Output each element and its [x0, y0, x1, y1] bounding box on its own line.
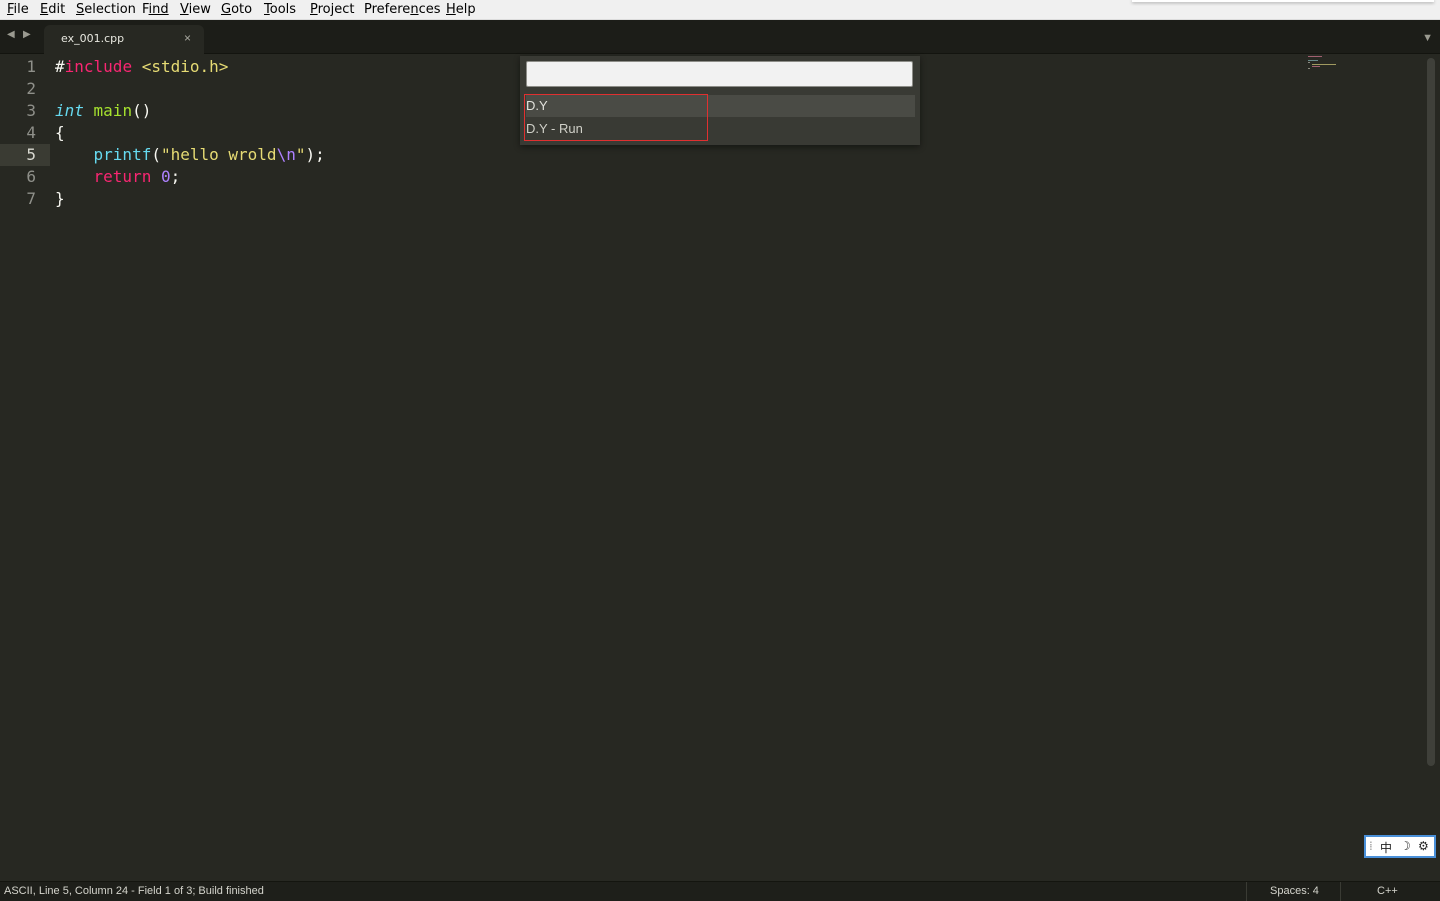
menu-edit[interactable]: Edit	[40, 1, 65, 18]
code-line: {	[55, 123, 65, 142]
close-icon[interactable]: ×	[184, 31, 191, 45]
line-number: 6	[26, 167, 36, 186]
tab-bar: ◀ ▶ ex_001.cpp × ▼	[0, 20, 1440, 54]
minimap-line	[1312, 64, 1336, 65]
code-line: return 0;	[93, 167, 181, 186]
menu-bar: File Edit Selection Find View Goto Tools…	[0, 0, 1440, 20]
palette-item-dy-run[interactable]: D.Y - Run	[526, 118, 915, 140]
menu-project[interactable]: Project	[310, 1, 355, 18]
drag-handle-icon[interactable]: ⁞	[1369, 839, 1373, 853]
tab-forward-icon[interactable]: ▶	[23, 29, 31, 40]
vertical-scrollbar[interactable]	[1427, 58, 1435, 766]
dropdown-edge	[1132, 0, 1434, 2]
minimap[interactable]	[1308, 56, 1348, 76]
menu-view[interactable]: View	[180, 1, 211, 18]
code-line: printf("hello wrold\n");	[93, 145, 325, 164]
menu-preferences[interactable]: Preferences	[364, 1, 440, 18]
line-number: 1	[26, 57, 36, 76]
line-number: 4	[26, 123, 36, 142]
code-line: }	[55, 189, 65, 208]
line-number: 3	[26, 101, 36, 120]
tab-back-icon[interactable]: ◀	[7, 29, 15, 40]
menu-goto[interactable]: Goto	[221, 1, 252, 18]
moon-icon[interactable]: ☽	[1400, 839, 1411, 853]
code-line: int main()	[55, 101, 152, 120]
status-divider	[1246, 882, 1247, 901]
line-number-current: 5	[26, 145, 36, 164]
tab-overflow-icon[interactable]: ▼	[1422, 32, 1433, 44]
minimap-line	[1308, 62, 1310, 63]
palette-input[interactable]	[526, 61, 913, 87]
palette-item-dy[interactable]: D.Y	[526, 95, 915, 117]
menu-tools[interactable]: Tools	[264, 1, 296, 18]
gear-icon[interactable]: ⚙	[1418, 839, 1429, 853]
line-number: 2	[26, 79, 36, 98]
status-divider	[1340, 882, 1341, 901]
minimap-line	[1308, 60, 1318, 61]
tab-ex-001-cpp[interactable]: ex_001.cpp ×	[44, 25, 204, 54]
tab-label: ex_001.cpp	[61, 32, 125, 45]
minimap-line	[1312, 66, 1320, 67]
minimap-line	[1308, 68, 1310, 69]
palette-item-label: D.Y - Run	[526, 121, 583, 136]
syntax-setting[interactable]: C++	[1377, 885, 1398, 897]
menu-find[interactable]: Find	[142, 1, 169, 18]
menu-file[interactable]: File	[7, 1, 29, 18]
status-bar: ASCII, Line 5, Column 24 - Field 1 of 3;…	[0, 881, 1440, 901]
ime-mode-chinese[interactable]: 中	[1380, 839, 1392, 856]
menu-selection[interactable]: Selection	[76, 1, 136, 18]
command-palette: D.Y D.Y - Run	[520, 56, 920, 145]
indentation-setting[interactable]: Spaces: 4	[1270, 885, 1319, 897]
code-line: #include <stdio.h>	[55, 57, 229, 76]
minimap-line	[1308, 56, 1322, 57]
ime-toolbar: ⁞ 中 ☽ ⚙	[1364, 835, 1436, 858]
menu-help[interactable]: Help	[446, 1, 476, 18]
palette-item-label: D.Y	[526, 98, 548, 113]
status-message: ASCII, Line 5, Column 24 - Field 1 of 3;…	[4, 885, 264, 897]
line-number: 7	[26, 189, 36, 208]
